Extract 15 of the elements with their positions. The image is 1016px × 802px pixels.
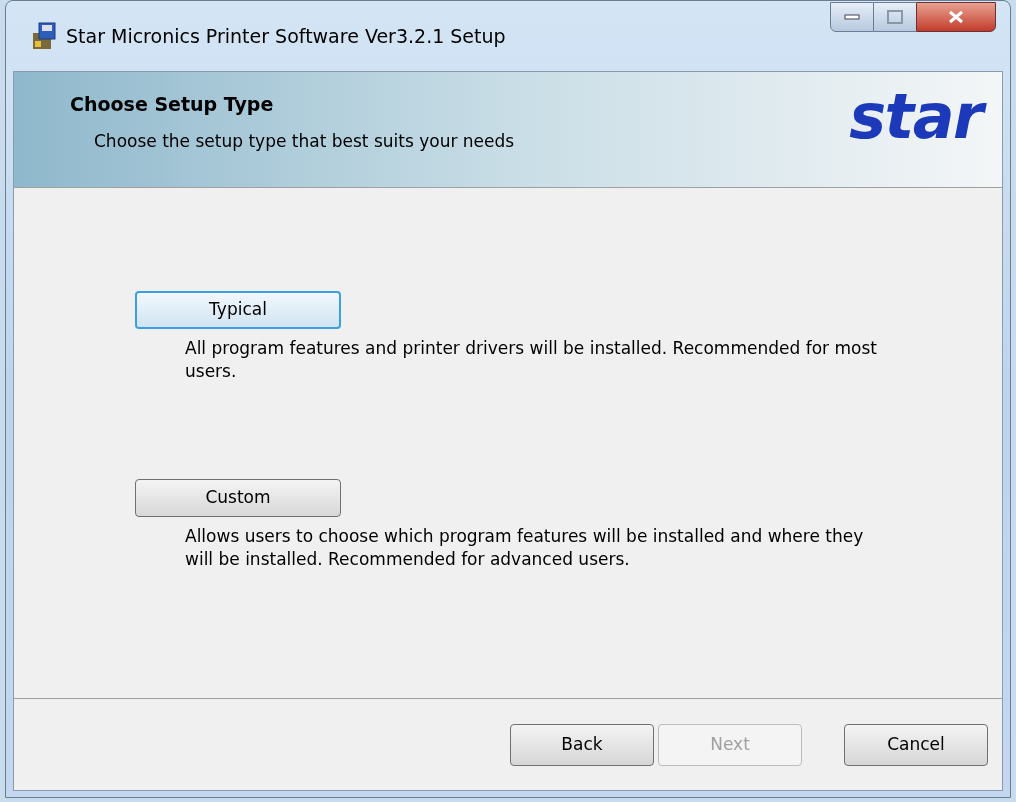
- option-button[interactable]: Typical: [135, 291, 341, 329]
- option-description: Allows users to choose which program features will be installed and where they will be installed. Recommended for advanced users.: [185, 525, 865, 571]
- page-title: Choose Setup Type: [70, 92, 275, 117]
- dialog-button[interactable]: Cancel: [844, 723, 988, 766]
- close-icon: [948, 10, 964, 24]
- minimize-icon: [844, 14, 860, 20]
- dialog-button[interactable]: Back: [510, 723, 654, 766]
- window-title: Star Micronics Printer Software Ver3.2.1 Setup: [66, 23, 506, 49]
- option-description: All program features and printer drivers will be installed. Recommended for most users.: [185, 337, 878, 383]
- maximize-button[interactable]: [874, 2, 916, 32]
- close-button[interactable]: [916, 2, 996, 32]
- option-button[interactable]: Custom: [135, 479, 341, 517]
- page-subtitle: Choose the setup type that best suits your needs: [94, 129, 515, 153]
- minimize-button[interactable]: [830, 2, 874, 32]
- maximize-icon: [887, 10, 903, 24]
